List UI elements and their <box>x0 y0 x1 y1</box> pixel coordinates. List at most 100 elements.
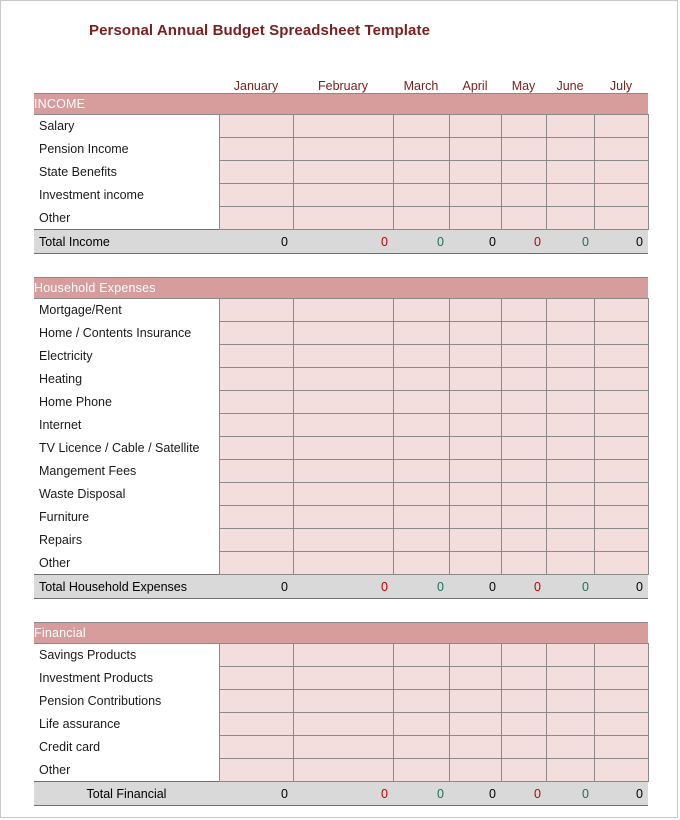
cell-household-expenses-2-3[interactable] <box>448 344 502 368</box>
cell-financial-0-5[interactable] <box>545 643 595 667</box>
cell-household-expenses-5-3[interactable] <box>448 413 502 437</box>
cell-income-3-0[interactable] <box>218 183 294 207</box>
cell-household-expenses-6-6[interactable] <box>593 436 649 460</box>
cell-financial-3-3[interactable] <box>448 712 502 736</box>
cell-household-expenses-3-0[interactable] <box>218 367 294 391</box>
cell-household-expenses-0-5[interactable] <box>545 298 595 322</box>
cell-financial-4-6[interactable] <box>593 735 649 759</box>
cell-financial-3-4[interactable] <box>500 712 547 736</box>
cell-income-2-2[interactable] <box>392 160 450 184</box>
cell-income-0-6[interactable] <box>593 114 649 138</box>
cell-financial-4-5[interactable] <box>545 735 595 759</box>
cell-income-3-5[interactable] <box>545 183 595 207</box>
cell-income-4-3[interactable] <box>448 206 502 230</box>
cell-financial-5-2[interactable] <box>392 758 450 782</box>
cell-household-expenses-5-2[interactable] <box>392 413 450 437</box>
cell-household-expenses-9-4[interactable] <box>500 505 547 529</box>
cell-household-expenses-6-5[interactable] <box>545 436 595 460</box>
cell-income-1-5[interactable] <box>545 137 595 161</box>
cell-financial-4-1[interactable] <box>292 735 394 759</box>
cell-financial-0-0[interactable] <box>218 643 294 667</box>
cell-household-expenses-10-4[interactable] <box>500 528 547 552</box>
cell-financial-4-2[interactable] <box>392 735 450 759</box>
cell-income-1-3[interactable] <box>448 137 502 161</box>
cell-income-3-4[interactable] <box>500 183 547 207</box>
cell-household-expenses-8-4[interactable] <box>500 482 547 506</box>
cell-income-2-6[interactable] <box>593 160 649 184</box>
cell-household-expenses-11-1[interactable] <box>292 551 394 575</box>
cell-household-expenses-4-3[interactable] <box>448 390 502 414</box>
cell-financial-1-0[interactable] <box>218 666 294 690</box>
cell-income-4-2[interactable] <box>392 206 450 230</box>
cell-household-expenses-5-1[interactable] <box>292 413 394 437</box>
cell-household-expenses-0-1[interactable] <box>292 298 394 322</box>
cell-financial-0-2[interactable] <box>392 643 450 667</box>
cell-income-1-1[interactable] <box>292 137 394 161</box>
cell-financial-5-4[interactable] <box>500 758 547 782</box>
cell-household-expenses-0-0[interactable] <box>218 298 294 322</box>
cell-household-expenses-10-3[interactable] <box>448 528 502 552</box>
cell-financial-4-4[interactable] <box>500 735 547 759</box>
cell-household-expenses-1-1[interactable] <box>292 321 394 345</box>
cell-financial-0-3[interactable] <box>448 643 502 667</box>
cell-household-expenses-10-2[interactable] <box>392 528 450 552</box>
cell-household-expenses-3-2[interactable] <box>392 367 450 391</box>
cell-household-expenses-10-1[interactable] <box>292 528 394 552</box>
cell-household-expenses-7-2[interactable] <box>392 459 450 483</box>
cell-income-1-4[interactable] <box>500 137 547 161</box>
cell-financial-1-1[interactable] <box>292 666 394 690</box>
cell-household-expenses-9-5[interactable] <box>545 505 595 529</box>
cell-household-expenses-4-6[interactable] <box>593 390 649 414</box>
cell-household-expenses-4-1[interactable] <box>292 390 394 414</box>
cell-financial-3-0[interactable] <box>218 712 294 736</box>
cell-financial-5-6[interactable] <box>593 758 649 782</box>
cell-household-expenses-6-0[interactable] <box>218 436 294 460</box>
cell-household-expenses-10-5[interactable] <box>545 528 595 552</box>
cell-income-3-1[interactable] <box>292 183 394 207</box>
cell-household-expenses-2-5[interactable] <box>545 344 595 368</box>
cell-household-expenses-1-6[interactable] <box>593 321 649 345</box>
cell-financial-2-5[interactable] <box>545 689 595 713</box>
cell-household-expenses-0-2[interactable] <box>392 298 450 322</box>
cell-household-expenses-2-0[interactable] <box>218 344 294 368</box>
cell-household-expenses-5-0[interactable] <box>218 413 294 437</box>
cell-household-expenses-11-6[interactable] <box>593 551 649 575</box>
cell-financial-1-2[interactable] <box>392 666 450 690</box>
cell-financial-3-1[interactable] <box>292 712 394 736</box>
cell-household-expenses-7-0[interactable] <box>218 459 294 483</box>
cell-income-2-1[interactable] <box>292 160 394 184</box>
cell-household-expenses-3-6[interactable] <box>593 367 649 391</box>
cell-income-0-2[interactable] <box>392 114 450 138</box>
cell-household-expenses-1-4[interactable] <box>500 321 547 345</box>
cell-financial-1-3[interactable] <box>448 666 502 690</box>
cell-income-2-5[interactable] <box>545 160 595 184</box>
cell-financial-5-5[interactable] <box>545 758 595 782</box>
cell-household-expenses-4-0[interactable] <box>218 390 294 414</box>
cell-financial-0-1[interactable] <box>292 643 394 667</box>
cell-household-expenses-10-6[interactable] <box>593 528 649 552</box>
cell-income-1-0[interactable] <box>218 137 294 161</box>
cell-household-expenses-7-4[interactable] <box>500 459 547 483</box>
cell-household-expenses-2-6[interactable] <box>593 344 649 368</box>
cell-household-expenses-1-3[interactable] <box>448 321 502 345</box>
cell-financial-2-6[interactable] <box>593 689 649 713</box>
cell-financial-0-6[interactable] <box>593 643 649 667</box>
cell-income-3-6[interactable] <box>593 183 649 207</box>
cell-household-expenses-9-3[interactable] <box>448 505 502 529</box>
cell-financial-2-0[interactable] <box>218 689 294 713</box>
cell-household-expenses-7-6[interactable] <box>593 459 649 483</box>
cell-income-0-4[interactable] <box>500 114 547 138</box>
cell-household-expenses-2-2[interactable] <box>392 344 450 368</box>
cell-income-0-3[interactable] <box>448 114 502 138</box>
cell-financial-4-0[interactable] <box>218 735 294 759</box>
cell-household-expenses-2-4[interactable] <box>500 344 547 368</box>
cell-household-expenses-0-3[interactable] <box>448 298 502 322</box>
cell-household-expenses-4-4[interactable] <box>500 390 547 414</box>
cell-income-4-5[interactable] <box>545 206 595 230</box>
cell-household-expenses-11-3[interactable] <box>448 551 502 575</box>
cell-household-expenses-9-2[interactable] <box>392 505 450 529</box>
cell-household-expenses-7-1[interactable] <box>292 459 394 483</box>
cell-financial-5-1[interactable] <box>292 758 394 782</box>
cell-financial-2-3[interactable] <box>448 689 502 713</box>
cell-financial-2-2[interactable] <box>392 689 450 713</box>
